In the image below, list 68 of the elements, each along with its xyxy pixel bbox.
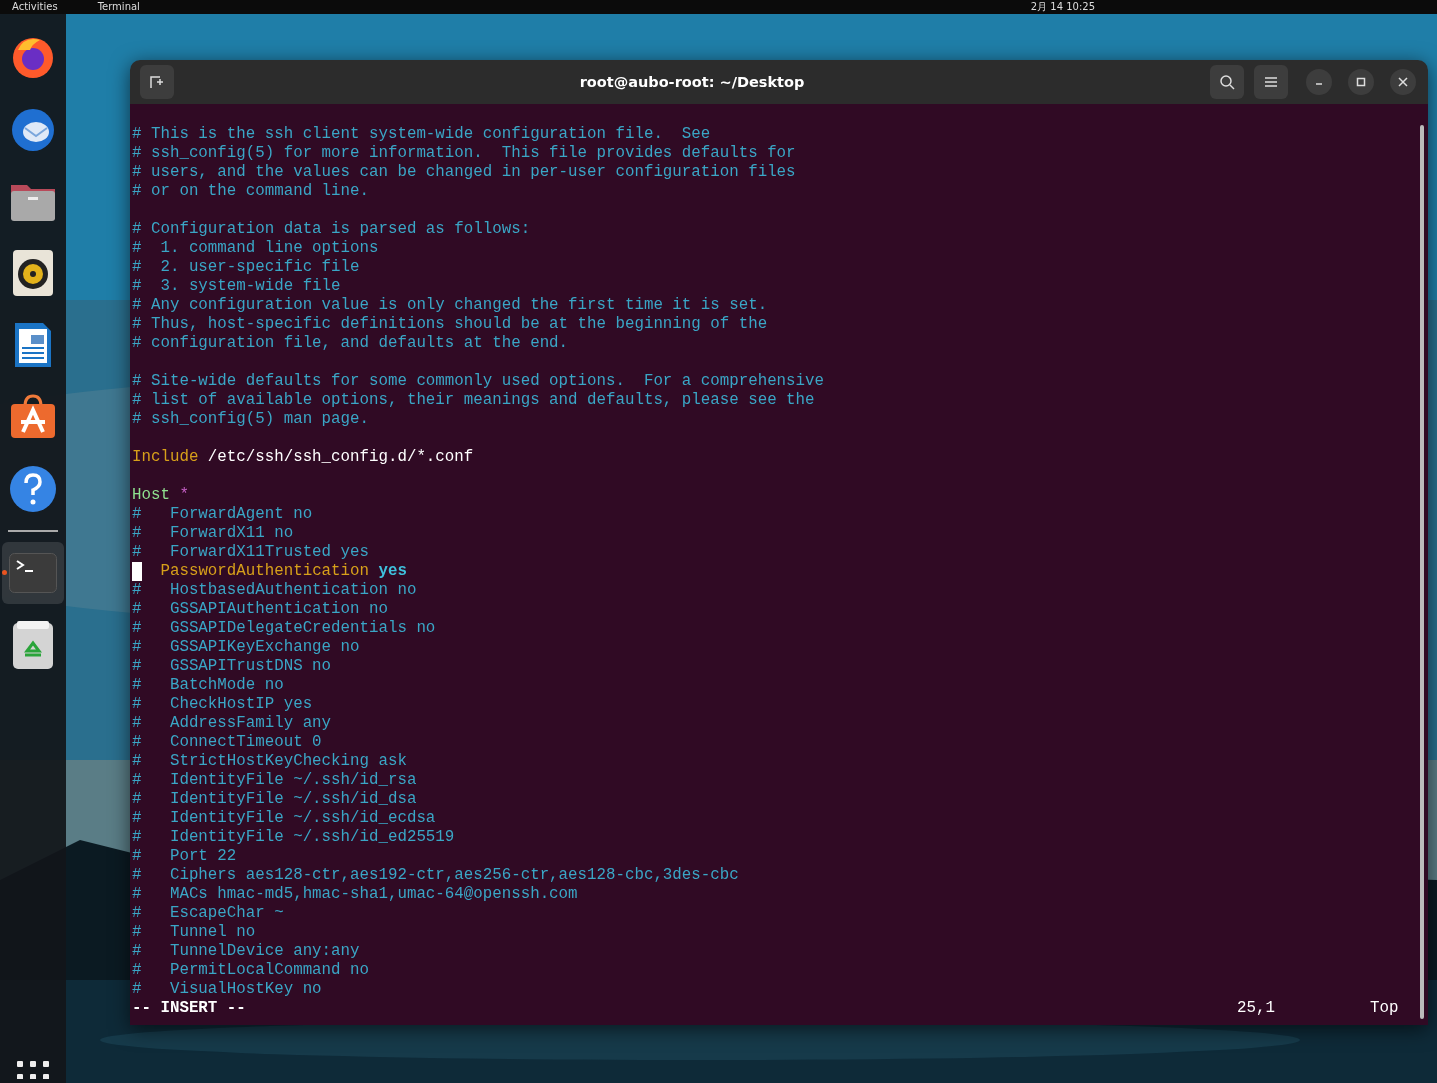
speaker-icon[interactable] (13, 250, 53, 296)
code-text: # GSSAPIKeyExchange no (132, 638, 360, 657)
code-text: # Thus, host-specific definitions should be at the beginning of the (132, 315, 768, 334)
code-text: PasswordAuthentication (159, 562, 369, 581)
maximize-icon (1356, 77, 1366, 87)
code-text: # CheckHostIP yes (132, 695, 313, 714)
code-text: # TunnelDevice any:any (132, 942, 360, 961)
document-icon[interactable] (13, 321, 53, 369)
code-text: # configuration file, and defaults at the end. (132, 334, 569, 353)
maximize-button[interactable] (1348, 69, 1374, 95)
code-text: # PermitLocalCommand no (132, 961, 369, 980)
mode-indicator: -- INSERT -- (132, 999, 247, 1018)
code-text: # Tunnel no (132, 923, 256, 942)
code-text: yes (377, 562, 407, 581)
cursor-position: 25,1 (1237, 999, 1276, 1018)
code-text: # ssh_config(5) man page. (132, 410, 369, 429)
code-text: # ForwardX11Trusted yes (132, 543, 369, 562)
code-text: # VisualHostKey no (132, 980, 322, 999)
code-text: # AddressFamily any (132, 714, 332, 733)
code-text: Include (132, 448, 199, 467)
window-title: root@aubo-root: ~/Desktop (578, 74, 806, 90)
code-text: * (178, 486, 189, 505)
app-menu[interactable]: Terminal (97, 0, 140, 14)
code-text: # Site-wide defaults for some commonly used options. For a comprehensive (132, 372, 825, 391)
terminal-icon[interactable] (9, 553, 57, 593)
code-text: # This is the ssh client system-wide configuration file. See (132, 125, 711, 144)
code-text: # HostbasedAuthentication no (132, 581, 417, 600)
code-text: # GSSAPITrustDNS no (132, 657, 332, 676)
code-text: # ForwardAgent no (132, 505, 313, 524)
code-text: # users, and the values can be changed in per-user configuration files (132, 163, 796, 182)
code-text: # IdentityFile ~/.ssh/id_rsa (132, 771, 417, 790)
scroll-position: Top (1370, 999, 1400, 1018)
code-text: # GSSAPIAuthentication no (132, 600, 388, 619)
code-text: /etc/ssh/ssh_config.d/*.conf (206, 448, 474, 467)
code-text: # StrictHostKeyChecking ask (132, 752, 407, 771)
code-text: # IdentityFile ~/.ssh/id_ecdsa (132, 809, 436, 828)
code-text: # ssh_config(5) for more information. This file provides defaults for (132, 144, 796, 163)
clock[interactable]: 2月 14 10:25 (1030, 0, 1095, 14)
code-text: # Ciphers aes128-ctr,aes192-ctr,aes256-ctr,aes128-cbc,3des-cbc (132, 866, 739, 885)
code-text: # GSSAPIDelegateCredentials no (132, 619, 436, 638)
code-text: # 2. user-specific file (132, 258, 360, 277)
menu-button[interactable] (1254, 65, 1288, 99)
code-text: # 3. system-wide file (132, 277, 341, 296)
new-tab-button[interactable] (140, 65, 174, 99)
code-text: # MACs hmac-md5,hmac-sha1,umac-64@openssh.com (132, 885, 578, 904)
new-tab-icon (149, 74, 165, 90)
code-text: # Configuration data is parsed as follows: (132, 220, 531, 239)
code-text: # EscapeChar ~ (132, 904, 284, 923)
code-text: # IdentityFile ~/.ssh/id_ed25519 (132, 828, 455, 847)
code-text: # 1. command line options (132, 239, 379, 258)
code-text: # ForwardX11 no (132, 524, 294, 543)
code-text: # Port 22 (132, 847, 237, 866)
help-icon[interactable] (9, 465, 57, 513)
code-text: # or on the command line. (132, 182, 369, 201)
code-text: # IdentityFile ~/.ssh/id_dsa (132, 790, 417, 809)
search-button[interactable] (1210, 65, 1244, 99)
code-text: Host (132, 486, 170, 505)
menu-icon (1264, 76, 1278, 88)
activities-button[interactable]: Activities (12, 0, 58, 14)
close-icon (1398, 77, 1408, 87)
close-button[interactable] (1390, 69, 1416, 95)
scrollbar[interactable] (1420, 125, 1424, 1019)
code-text: # BatchMode no (132, 676, 284, 695)
search-icon (1219, 74, 1235, 90)
code-text: # ConnectTimeout 0 (132, 733, 322, 752)
code-text: # list of available options, their meanings and defaults, please see the (132, 391, 815, 410)
code-text: # Any configuration value is only changed the first time it is set. (132, 296, 768, 315)
shopping-bag-icon[interactable] (9, 394, 57, 440)
